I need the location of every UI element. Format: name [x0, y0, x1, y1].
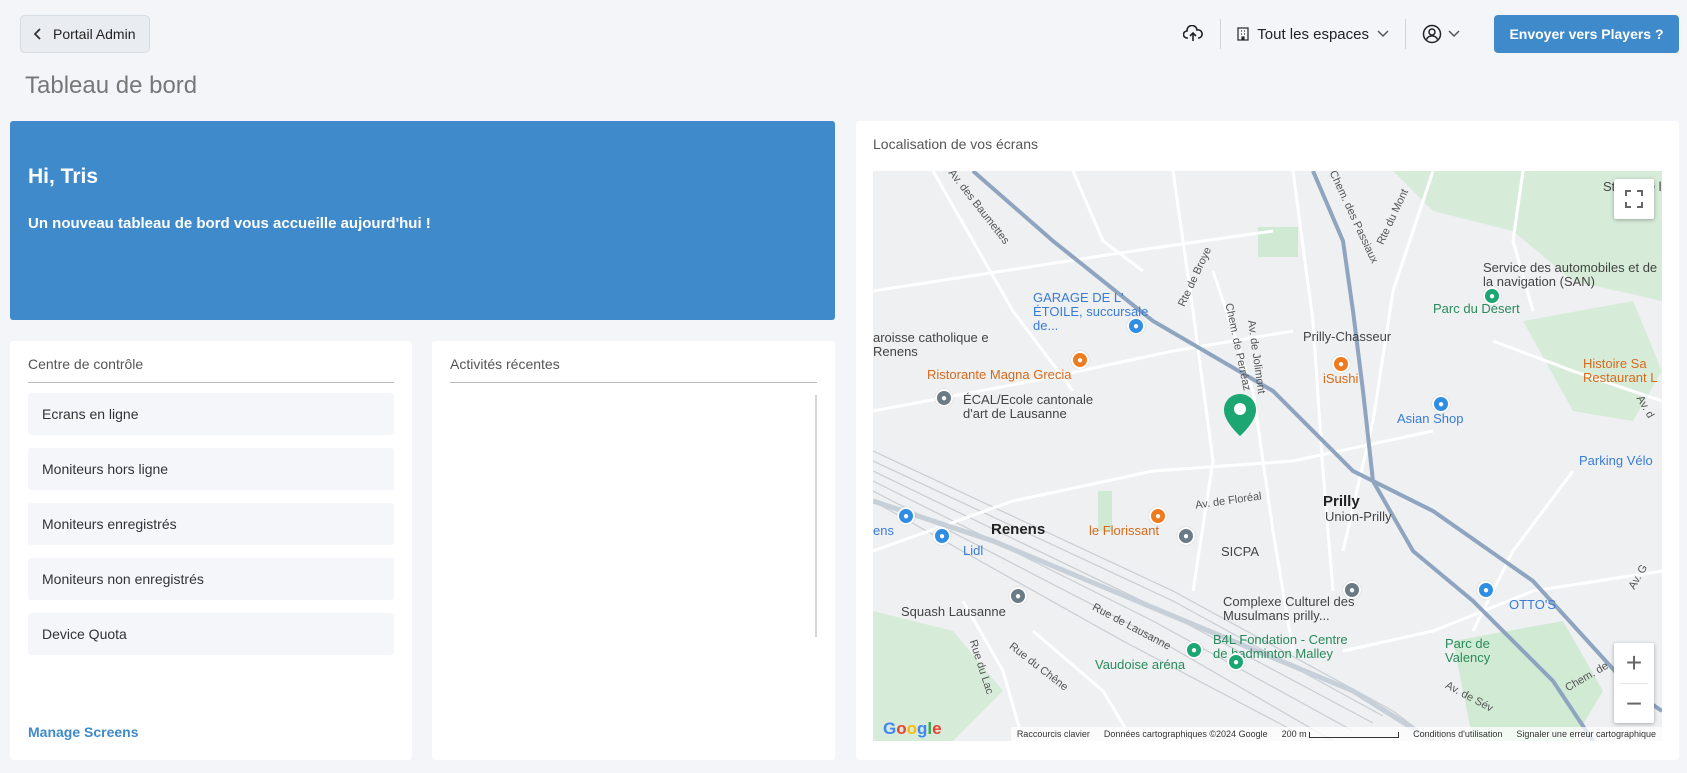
lock-poi-icon[interactable]: ●	[1477, 581, 1495, 599]
page-title: Tableau de bord	[25, 72, 198, 99]
place-label: Prilly-Chasseur	[1303, 329, 1392, 344]
zoom-in-button[interactable]: +	[1614, 643, 1654, 683]
back-to-admin-button[interactable]: Portail Admin	[20, 15, 150, 53]
shop-poi-icon[interactable]: ●	[933, 527, 951, 545]
place-label: Ristorante Magna Grecia	[927, 367, 1072, 382]
lock-poi-icon[interactable]: ●	[897, 507, 915, 525]
toolbar: Tout les espaces Envoyer vers Players ?	[1182, 14, 1687, 54]
shop-poi-icon[interactable]: ●	[1432, 395, 1450, 413]
place-label: Parc du Désert	[1433, 301, 1520, 316]
control-item-online-screens[interactable]: Ecrans en ligne	[28, 393, 394, 435]
place-label: iSushi	[1323, 371, 1359, 386]
zoom-out-button[interactable]: −	[1614, 684, 1654, 724]
place-label: OTTO'S	[1509, 597, 1557, 612]
cloud-upload-icon[interactable]	[1182, 23, 1204, 45]
control-item-unregistered-monitors[interactable]: Moniteurs non enregistrés	[28, 558, 394, 600]
chevron-down-icon	[1448, 30, 1460, 38]
place-label: Parc de Valency	[1445, 636, 1491, 665]
map-title: Localisation de vos écrans	[873, 136, 1038, 152]
fullscreen-icon[interactable]	[1614, 179, 1654, 219]
place-label: GARAGE DE L' ÉTOILE, succursale de...	[1033, 290, 1149, 333]
place-label: le Florissant	[1089, 523, 1160, 538]
control-item-offline-monitors[interactable]: Moniteurs hors ligne	[28, 448, 394, 490]
restaurant-poi-icon[interactable]: ●	[1149, 507, 1167, 525]
map-card: Localisation de vos écrans Av. des Baume…	[856, 121, 1679, 760]
sport-poi-icon[interactable]: ●	[1185, 641, 1203, 659]
terms-link[interactable]: Conditions d'utilisation	[1413, 729, 1502, 739]
place-label: Parking Vélo	[1579, 453, 1653, 468]
sport-poi-icon[interactable]: ●	[1227, 653, 1245, 671]
chevron-down-icon	[1377, 30, 1389, 38]
space-select-value: Tout les espaces	[1257, 25, 1369, 43]
place-label: Service des automobiles et de la navigat…	[1483, 260, 1658, 289]
welcome-banner: Hi, Tris Un nouveau tableau de bord vous…	[10, 121, 835, 320]
map-data-text: Données cartographiques ©2024 Google	[1103, 729, 1268, 739]
report-error-link[interactable]: Signaler une erreur cartographique	[1516, 729, 1656, 739]
google-logo: Google	[883, 719, 942, 738]
place-label: ens	[873, 523, 894, 538]
toolbar-divider	[1220, 19, 1222, 49]
recent-activities-title: Activités récentes	[450, 356, 817, 383]
zoom-controls: + −	[1614, 643, 1654, 723]
map-view[interactable]: Av. des Baumettes Rte de Broye Chem. de …	[873, 171, 1662, 741]
building-poi-icon[interactable]: ●	[1343, 581, 1361, 599]
recent-activities-card: Activités récentes	[432, 341, 835, 760]
space-select[interactable]: Tout les espaces	[1237, 26, 1389, 43]
place-label: aroisse catholique e Renens	[873, 330, 989, 359]
control-item-device-quota[interactable]: Device Quota	[28, 613, 394, 655]
activities-scrollbar[interactable]	[815, 395, 817, 637]
school-poi-icon[interactable]: ●	[935, 389, 953, 407]
building-poi-icon[interactable]: ●	[1009, 587, 1027, 605]
place-label: Histoire Sa Restaurant L	[1583, 356, 1658, 385]
keyboard-shortcuts-link[interactable]: Raccourcis clavier	[1017, 729, 1090, 739]
back-button-label: Portail Admin	[53, 26, 136, 42]
place-label: Union-Prilly	[1325, 509, 1392, 524]
place-label: Complexe Culturel des Musulmans prilly..…	[1223, 594, 1355, 623]
control-center-list: Ecrans en ligne Moniteurs hors ligne Mon…	[28, 393, 394, 655]
place-label: Prilly	[1323, 493, 1360, 510]
welcome-message: Un nouveau tableau de bord vous accueill…	[28, 215, 431, 232]
place-label: Renens	[991, 521, 1046, 538]
map-attribution: Raccourcis clavier Données cartographiqu…	[1010, 727, 1662, 741]
place-label: Squash Lausanne	[901, 604, 1006, 619]
park-poi-icon[interactable]: ●	[1483, 287, 1501, 305]
send-to-players-button[interactable]: Envoyer vers Players ?	[1494, 15, 1679, 53]
lock-poi-icon[interactable]: ●	[1127, 317, 1145, 335]
restaurant-poi-icon[interactable]: ●	[1071, 351, 1089, 369]
building-icon	[1237, 27, 1249, 41]
scale-label: 200 m	[1282, 729, 1400, 739]
place-label: Asian Shop	[1397, 411, 1464, 426]
welcome-greeting: Hi, Tris	[28, 165, 99, 188]
control-item-registered-monitors[interactable]: Moniteurs enregistrés	[28, 503, 394, 545]
map-pin-icon[interactable]	[1223, 393, 1257, 437]
place-label: Vaudoise aréna	[1095, 657, 1186, 672]
place-label: ÉCAL/Ecole cantonale d'art de Lausanne	[963, 392, 1094, 421]
restaurant-poi-icon[interactable]: ●	[1332, 355, 1350, 373]
user-circle-icon	[1422, 24, 1442, 44]
control-center-title: Centre de contrôle	[28, 356, 394, 383]
place-label: SICPA	[1221, 544, 1260, 559]
chevron-left-icon	[33, 28, 41, 40]
manage-screens-link[interactable]: Manage Screens	[28, 724, 139, 740]
user-menu[interactable]	[1422, 24, 1460, 44]
control-center-card: Centre de contrôle Ecrans en ligne Monit…	[10, 341, 412, 760]
toolbar-divider	[1405, 19, 1406, 49]
place-label: Lidl	[963, 543, 984, 558]
building-poi-icon[interactable]: ●	[1177, 527, 1195, 545]
